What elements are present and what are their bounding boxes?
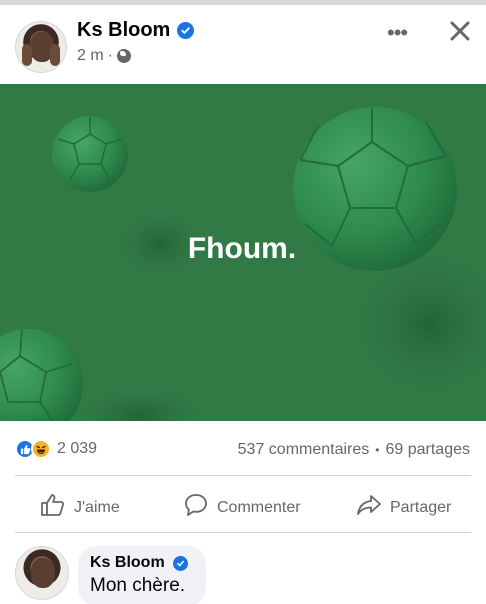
author-avatar[interactable] — [15, 21, 67, 73]
share-button[interactable]: Partager — [356, 492, 451, 523]
post-stats: 2 039 537 commentaires • 69 partages — [0, 430, 486, 468]
post-header: Ks Bloom 2 m · ••• — [0, 5, 486, 83]
more-icon[interactable]: ••• — [387, 20, 408, 46]
commenter-name-row: Ks Bloom — [90, 554, 194, 572]
avatar-hand-left — [22, 44, 32, 66]
comments-count[interactable]: 537 commentaires — [238, 441, 370, 459]
post-time[interactable]: 2 m — [77, 47, 104, 65]
share-icon — [356, 492, 382, 523]
image-caption: Fhoum. — [0, 232, 486, 266]
haha-reaction-icon — [31, 439, 51, 459]
globe-icon — [117, 49, 131, 63]
comment-item: Ks Bloom Mon chère. — [0, 540, 486, 604]
image-caption-text: Fhoum. — [187, 232, 297, 265]
comment-icon — [183, 492, 209, 523]
commenter-name[interactable]: Ks Bloom — [90, 554, 165, 572]
like-label: J'aime — [74, 498, 120, 516]
author-name-row: Ks Bloom — [77, 19, 195, 42]
share-label: Partager — [390, 498, 452, 516]
close-icon[interactable] — [448, 19, 472, 43]
author-name[interactable]: Ks Bloom — [77, 19, 170, 42]
comment-button[interactable]: Commenter — [183, 492, 301, 523]
comment-text: Mon chère. — [90, 575, 186, 596]
shares-count[interactable]: 69 partages — [385, 441, 470, 459]
verified-icon — [177, 22, 195, 39]
post-meta: 2 m · — [77, 47, 131, 65]
divider-top — [15, 475, 471, 476]
thumbs-up-icon — [40, 492, 66, 523]
like-button[interactable]: J'aime — [40, 492, 120, 523]
counts-separator: • — [375, 443, 380, 457]
verified-icon — [172, 555, 188, 571]
meta-separator: · — [107, 47, 113, 64]
comment-bubble[interactable]: Ks Bloom Mon chère. — [78, 546, 206, 604]
comment-label: Commenter — [217, 498, 301, 516]
avatar-hand-right — [50, 44, 60, 66]
commenter-avatar-face — [31, 558, 55, 588]
reaction-count: 2 039 — [57, 440, 98, 457]
action-bar: J'aime Commenter Partager — [0, 482, 486, 530]
reactions-summary[interactable]: 2 039 — [15, 439, 97, 459]
engagement-counts: 537 commentaires • 69 partages — [238, 441, 470, 459]
divider-bottom — [15, 532, 471, 533]
post-image[interactable]: Fhoum. — [0, 84, 486, 421]
ball-small — [52, 116, 128, 192]
commenter-avatar[interactable] — [15, 546, 69, 600]
